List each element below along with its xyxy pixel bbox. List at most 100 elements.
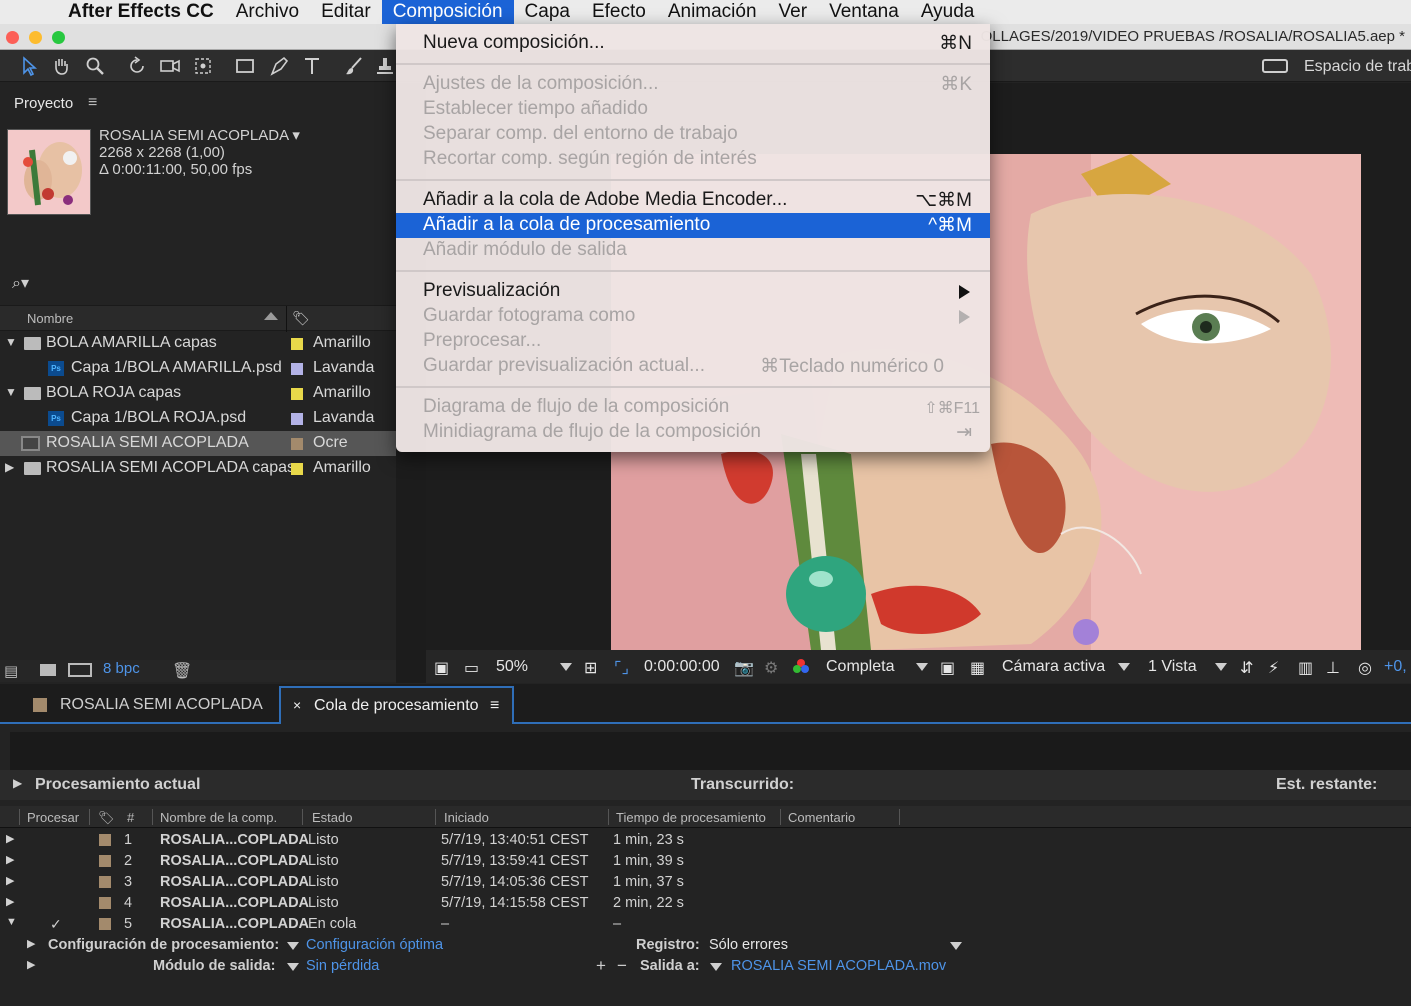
- menu-item-add-to-render-queue[interactable]: Añadir a la cola de procesamiento ^⌘M: [396, 213, 990, 238]
- output-to-dropdown-icon[interactable]: [710, 963, 722, 971]
- label-tag-icon[interactable]: 🏷: [292, 310, 310, 327]
- exposure-value[interactable]: +0,: [1384, 658, 1407, 676]
- menu-capa[interactable]: Capa: [514, 0, 581, 24]
- display-icon[interactable]: ▭: [464, 658, 479, 678]
- always-preview-icon[interactable]: ▣: [434, 658, 449, 678]
- hand-tool-icon[interactable]: [48, 54, 74, 78]
- render-queue-row[interactable]: ▶ 4 ROSALIA...COPLADA Listo 5/7/19, 14:1…: [0, 893, 1411, 914]
- menu-ayuda[interactable]: Ayuda: [910, 0, 986, 24]
- menu-animacion[interactable]: Animación: [657, 0, 768, 24]
- zoom-dropdown-icon[interactable]: [560, 663, 572, 671]
- close-window-button[interactable]: [6, 31, 19, 44]
- output-module-dropdown-icon[interactable]: [287, 963, 299, 971]
- pan-behind-tool-icon[interactable]: [190, 54, 216, 78]
- snapshot-camera-icon[interactable]: 📷: [734, 658, 754, 678]
- brush-tool-icon[interactable]: [341, 54, 367, 78]
- menu-item-add-to-media-encoder[interactable]: Añadir a la cola de Adobe Media Encoder.…: [396, 188, 990, 213]
- menu-archivo[interactable]: Archivo: [225, 0, 310, 24]
- render-queue-row[interactable]: ▼ ✓ 5 ROSALIA...COPLADA En cola – –: [0, 914, 1411, 935]
- output-to-value[interactable]: ROSALIA SEMI ACOPLADA.mov: [731, 958, 946, 974]
- menu-item-set-poster-time[interactable]: Establecer tiempo añadido: [396, 97, 990, 122]
- render-settings-value[interactable]: Configuración óptima: [306, 937, 443, 953]
- resolution-dropdown-icon[interactable]: [916, 663, 928, 671]
- workspace-icon[interactable]: [1262, 59, 1288, 73]
- pen-tool-icon[interactable]: [266, 54, 292, 78]
- selection-tool-icon[interactable]: [16, 54, 42, 78]
- column-status[interactable]: Estado: [312, 810, 352, 825]
- label-color-swatch[interactable]: [291, 363, 303, 375]
- view-layout-value[interactable]: 1 Vista: [1148, 658, 1197, 676]
- menu-item-composition-flowchart[interactable]: Diagrama de flujo de la composición ⇧⌘F1…: [396, 395, 990, 420]
- menu-efecto[interactable]: Efecto: [581, 0, 657, 24]
- column-comp-name[interactable]: Nombre de la comp.: [160, 810, 277, 825]
- render-queue-row[interactable]: ▶ 1 ROSALIA...COPLADA Listo 5/7/19, 13:4…: [0, 830, 1411, 851]
- menu-item-pre-render[interactable]: Preprocesar...: [396, 329, 990, 354]
- toggle-pixel-aspect-icon[interactable]: ⇵: [1240, 658, 1253, 678]
- project-panel-title[interactable]: Proyecto: [14, 95, 73, 112]
- label-color-swatch[interactable]: [99, 897, 111, 909]
- log-value[interactable]: Sólo errores: [709, 937, 788, 953]
- view-layout-dropdown-icon[interactable]: [1215, 663, 1227, 671]
- menu-editar[interactable]: Editar: [310, 0, 382, 24]
- menu-composicion[interactable]: Composición: [381, 0, 514, 24]
- label-color-swatch[interactable]: [291, 388, 303, 400]
- column-number[interactable]: #: [127, 810, 134, 825]
- camera-dropdown-icon[interactable]: [1118, 663, 1130, 671]
- label-tag-icon[interactable]: 🏷: [98, 810, 115, 826]
- interpret-footage-icon[interactable]: ▤: [4, 662, 18, 680]
- menu-item-preview[interactable]: Previsualización: [396, 279, 990, 304]
- menu-item-new-composition[interactable]: Nueva composición... ⌘N: [396, 31, 990, 56]
- menu-app-name[interactable]: After Effects CC: [60, 0, 225, 24]
- sort-ascending-icon[interactable]: [264, 312, 278, 320]
- fit-grid-icon[interactable]: ⊞: [584, 658, 597, 678]
- expanded-triangle-icon[interactable]: ▼: [6, 916, 17, 928]
- menu-ver[interactable]: Ver: [768, 0, 819, 24]
- tab-render-queue[interactable]: × Cola de procesamiento ≡: [279, 686, 514, 724]
- rotate-tool-icon[interactable]: [124, 54, 150, 78]
- column-render[interactable]: Procesar: [27, 810, 79, 825]
- menu-item-crop-comp[interactable]: Recortar comp. según región de interés: [396, 147, 990, 172]
- flowchart-icon[interactable]: ⊥: [1326, 658, 1340, 678]
- collapsed-triangle-icon[interactable]: ▶: [6, 832, 14, 845]
- label-color-swatch[interactable]: [291, 463, 303, 475]
- label-color-swatch[interactable]: [99, 918, 111, 930]
- menu-item-add-output-module[interactable]: Añadir módulo de salida: [396, 238, 990, 263]
- collapsed-triangle-icon[interactable]: ▶: [6, 853, 14, 866]
- collapsed-triangle-icon[interactable]: ▶: [6, 895, 14, 908]
- project-item-row[interactable]: ▶ ROSALIA SEMI ACOPLADA capas Amarillo: [0, 456, 396, 481]
- label-color-swatch[interactable]: [291, 338, 303, 350]
- menu-item-composition-settings[interactable]: Ajustes de la composición... ⌘K: [396, 72, 990, 97]
- menu-item-composition-mini-flowchart[interactable]: Minidiagrama de flujo de la composición …: [396, 420, 990, 445]
- render-queue-row[interactable]: ▶ 2 ROSALIA...COPLADA Listo 5/7/19, 13:5…: [0, 851, 1411, 872]
- label-color-swatch[interactable]: [291, 438, 303, 450]
- panel-menu-icon[interactable]: ≡: [88, 94, 97, 112]
- collapsed-triangle-icon[interactable]: ▶: [27, 958, 35, 971]
- remove-output-module-button[interactable]: −: [617, 956, 627, 976]
- column-started[interactable]: Iniciado: [444, 810, 489, 825]
- camera-tool-icon[interactable]: [157, 54, 183, 78]
- zoom-tool-icon[interactable]: [82, 54, 108, 78]
- column-render-time[interactable]: Tiempo de procesamiento: [616, 810, 766, 825]
- fast-preview-icon[interactable]: ▣: [940, 658, 955, 678]
- collapsed-triangle-icon[interactable]: ▶: [27, 937, 35, 950]
- add-output-module-button[interactable]: +: [596, 956, 606, 976]
- panel-menu-icon[interactable]: ≡: [490, 697, 499, 715]
- clone-stamp-tool-icon[interactable]: [372, 54, 398, 78]
- region-of-interest-icon[interactable]: ⌜⌟: [614, 658, 629, 678]
- show-snapshot-icon[interactable]: ⚙: [764, 658, 778, 678]
- rectangle-tool-icon[interactable]: [232, 54, 258, 78]
- output-module-value[interactable]: Sin pérdida: [306, 958, 379, 974]
- close-tab-icon[interactable]: ×: [293, 697, 301, 713]
- column-comment[interactable]: Comentario: [788, 810, 855, 825]
- column-name[interactable]: Nombre: [27, 311, 73, 326]
- minimize-window-button[interactable]: [29, 31, 42, 44]
- label-color-swatch[interactable]: [291, 413, 303, 425]
- new-composition-icon[interactable]: [68, 663, 92, 677]
- reset-exposure-icon[interactable]: ◎: [1358, 658, 1372, 678]
- menu-item-save-current-preview[interactable]: Guardar previsualización actual... ⌘Tecl…: [396, 354, 990, 379]
- tab-composition[interactable]: ROSALIA SEMI ACOPLADA: [0, 686, 278, 724]
- channel-rgb-icon[interactable]: [792, 658, 810, 679]
- comp-info-name[interactable]: ROSALIA SEMI ACOPLADA ▾: [99, 127, 300, 144]
- menu-item-save-frame-as[interactable]: Guardar fotograma como: [396, 304, 990, 329]
- zoom-level[interactable]: 50%: [496, 658, 528, 676]
